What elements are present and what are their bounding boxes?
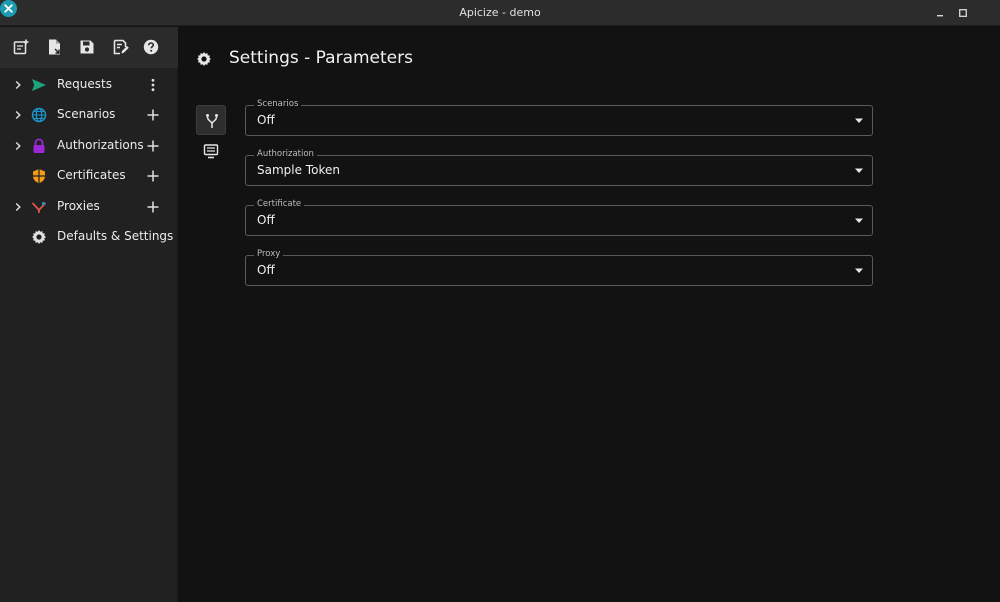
sidebar-item-certificates[interactable]: Certificates [0,161,178,191]
caret-down-icon [855,168,863,173]
save-icon [80,40,94,54]
help-icon [143,39,159,55]
authorization-select[interactable]: Authorization Sample Token [245,149,873,186]
sidebar-item-scenarios[interactable]: Scenarios [0,100,178,130]
gear-icon [32,230,46,244]
send-icon [32,79,46,91]
open-file-icon [49,39,60,55]
field-label: Authorization [254,149,317,159]
add-icon[interactable] [146,200,160,214]
tab-parameters[interactable] [196,105,226,135]
proxy-select[interactable]: Proxy Off [245,249,873,286]
sidebar-item-label: Defaults & Settings [57,229,174,243]
open-file-button[interactable] [46,38,64,56]
fork-icon [206,114,218,128]
scenarios-select[interactable]: Scenarios Off [245,99,873,136]
certificate-select[interactable]: Certificate Off [245,199,873,236]
sidebar-item-authorizations[interactable]: Authorizations [0,131,178,161]
field-value: Off [257,213,275,227]
field-label: Scenarios [254,99,302,109]
display-icon [203,144,219,159]
tab-display[interactable] [196,136,226,166]
add-icon[interactable] [146,139,160,153]
minimize-icon [937,15,943,17]
more-vertical-icon[interactable] [146,78,160,92]
add-icon[interactable] [146,108,160,122]
maximize-icon [959,9,967,17]
chevron-right-icon[interactable] [12,109,24,121]
caret-down-icon [855,218,863,223]
field-label: Certificate [254,199,305,209]
sidebar-item-label: Certificates [57,168,126,182]
add-icon[interactable] [146,169,160,183]
field-label: Proxy [254,249,284,259]
title-bar: Apicize - demo [0,0,1000,26]
help-button[interactable] [142,38,160,56]
lock-icon [33,138,45,153]
sidebar-item-requests[interactable]: Requests [0,70,178,100]
new-workbook-button[interactable] [12,38,30,56]
maximize-button[interactable] [954,4,972,22]
settings-tabs [196,105,226,167]
proxy-icon [31,201,47,213]
caret-down-icon [855,268,863,273]
save-button[interactable] [78,38,96,56]
new-workbook-icon [13,39,29,55]
field-value: Off [257,263,275,277]
gear-icon [197,52,211,66]
save-as-icon [113,39,129,55]
sidebar-item-proxies[interactable]: Proxies [0,192,178,222]
save-as-button[interactable] [112,38,130,56]
chevron-right-icon[interactable] [12,79,24,91]
sidebar-item-label: Proxies [57,199,100,213]
window-title: Apicize - demo [459,6,541,19]
minimize-button[interactable] [931,4,949,22]
caret-down-icon [855,118,863,123]
sidebar-item-label: Requests [57,77,112,91]
shield-icon [33,169,45,184]
main-panel: Settings - Parameters Scenarios Off Auth… [179,27,1000,602]
field-value: Sample Token [257,163,340,177]
toolbar [0,27,178,68]
sidebar-item-label: Scenarios [57,107,116,121]
chevron-right-icon[interactable] [12,140,24,152]
sidebar-item-defaults-settings[interactable]: Defaults & Settings [0,222,178,252]
sidebar: Requests Scenarios Authorizations Certif… [0,27,178,602]
field-value: Off [257,113,275,127]
globe-icon [31,107,47,123]
sidebar-item-label: Authorizations [57,138,144,152]
chevron-right-icon[interactable] [12,201,24,213]
page-title: Settings - Parameters [229,48,413,68]
